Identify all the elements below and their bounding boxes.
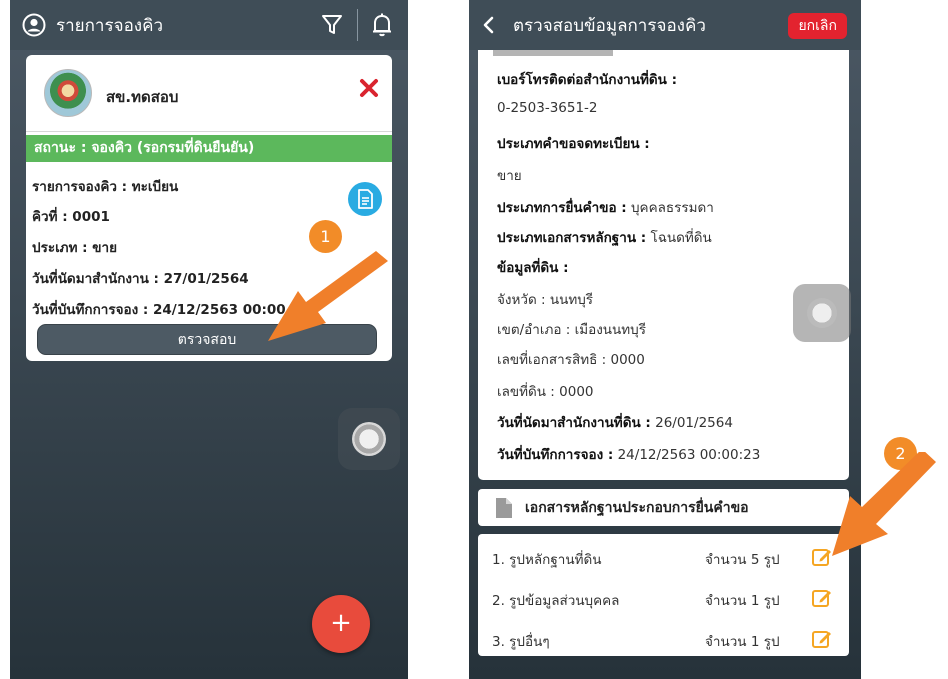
queue-detail-screen: ตรวจสอบข้อมูลการจองคิว ยกเลิก เบอร์โทรติ… xyxy=(469,0,861,679)
step-1-arrow-icon xyxy=(268,251,388,341)
document-label: 1. รูปหลักฐานที่ดิน xyxy=(492,552,602,568)
status-badge: สถานะ : จองคิว (รอกรมที่ดินยืนยัน) xyxy=(26,135,392,162)
edit-icon[interactable] xyxy=(811,628,833,650)
close-icon[interactable] xyxy=(358,77,380,99)
document-row: 1. รูปหลักฐานที่ดิน จำนวน 5 รูป xyxy=(478,544,849,570)
request-type-value: ขาย xyxy=(497,168,522,184)
request-type-label: ประเภทคำขอจดทะเบียน : xyxy=(497,136,650,152)
edit-icon[interactable] xyxy=(811,587,833,609)
document-button[interactable] xyxy=(348,182,382,216)
submit-type-line: ประเภทการยื่นคำขอ : บุคคลธรรมดา xyxy=(497,200,714,216)
queue-number-line: คิวที่ : 0001 xyxy=(32,209,110,225)
file-icon xyxy=(496,497,512,518)
deed-number-line: เลขที่เอกสารสิทธิ : 0000 xyxy=(497,352,645,368)
cancel-button[interactable]: ยกเลิก xyxy=(788,13,847,39)
documents-list: 1. รูปหลักฐานที่ดิน จำนวน 5 รูป 2. รูปข้… xyxy=(478,534,849,656)
document-label: 3. รูปอื่นๆ xyxy=(492,634,550,650)
appointment-date-line: วันที่นัดมาสำนักงาน : 27/01/2564 xyxy=(32,271,249,287)
office-logo xyxy=(44,69,92,117)
documents-title: เอกสารหลักฐานประกอบการยื่นคำขอ xyxy=(525,499,749,516)
land-number-line: เลขที่ดิน : 0000 xyxy=(497,384,594,400)
add-queue-button[interactable]: + xyxy=(312,595,370,653)
bell-icon[interactable] xyxy=(370,12,394,38)
app-bar: รายการจองคิว xyxy=(10,0,408,50)
doc-type-line: ประเภทเอกสารหลักฐาน : โฉนดที่ดิน xyxy=(497,230,712,246)
document-count: จำนวน 1 รูป xyxy=(705,593,780,609)
divider xyxy=(357,9,358,41)
user-circle-icon[interactable] xyxy=(22,13,46,37)
appointment-line: วันที่นัดมาสำนักงานที่ดิน : 26/01/2564 xyxy=(497,415,733,431)
document-count: จำนวน 5 รูป xyxy=(705,552,780,568)
document-row: 3. รูปอื่นๆ จำนวน 1 รูป xyxy=(478,626,849,652)
assistive-touch-button[interactable] xyxy=(338,408,400,470)
district-line: เขต/อำเภอ : เมืองนนทบุรี xyxy=(497,322,646,338)
app-bar: ตรวจสอบข้อมูลการจองคิว ยกเลิก xyxy=(469,0,861,50)
office-name: สข.ทดสอบ xyxy=(106,88,179,106)
queue-type-line: รายการจองคิว : ทะเบียน xyxy=(32,179,179,195)
land-info-label: ข้อมูลที่ดิน : xyxy=(497,260,569,276)
scrolled-text-edge xyxy=(493,50,693,56)
province-line: จังหวัด : นนทบุรี xyxy=(497,292,594,308)
queue-card-header: สข.ทดสอบ xyxy=(26,55,392,132)
phone-value: 0-2503-3651-2 xyxy=(497,100,598,116)
step-2-arrow-icon xyxy=(832,452,936,556)
document-icon xyxy=(358,189,373,209)
chevron-left-icon[interactable] xyxy=(481,16,497,34)
page-title: รายการจองคิว xyxy=(56,15,163,36)
document-count: จำนวน 1 รูป xyxy=(705,634,780,650)
record-line: วันที่บันทึกการจอง : 24/12/2563 00:00:23 xyxy=(497,447,761,463)
document-row: 2. รูปข้อมูลส่วนบุคคล จำนวน 1 รูป xyxy=(478,585,849,611)
record-date-line: วันที่บันทึกการจอง : 24/12/2563 00:00 xyxy=(32,302,286,318)
filter-icon[interactable] xyxy=(321,13,343,37)
category-line: ประเภท : ขาย xyxy=(32,240,118,256)
documents-header: เอกสารหลักฐานประกอบการยื่นคำขอ xyxy=(478,489,849,526)
detail-card: เบอร์โทรติดต่อสำนักงานที่ดิน : 0-2503-36… xyxy=(478,50,849,480)
phone-label: เบอร์โทรติดต่อสำนักงานที่ดิน : xyxy=(497,72,677,88)
page-title: ตรวจสอบข้อมูลการจองคิว xyxy=(513,15,706,36)
assistive-touch-button[interactable] xyxy=(793,284,851,342)
document-label: 2. รูปข้อมูลส่วนบุคคล xyxy=(492,593,620,609)
